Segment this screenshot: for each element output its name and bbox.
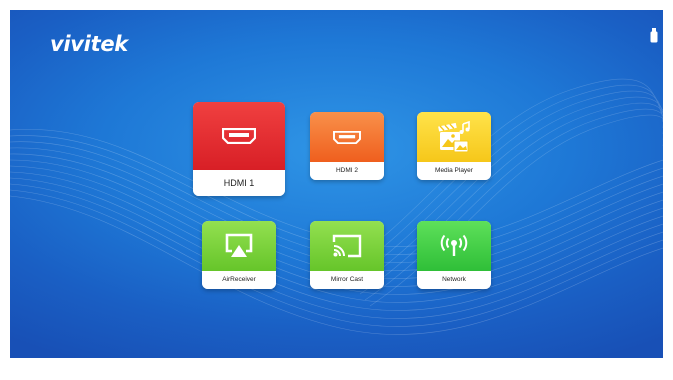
launcher-screen: vivitek HDMI 1 HDMI 2 Media Player AirRe… [10,10,663,358]
tile-hdmi-1[interactable]: HDMI 1 [193,102,285,196]
tile-label: Media Player [417,162,491,180]
tile-label: AirReceiver [202,271,276,289]
media-player-icon [438,120,470,153]
vivitek-logo: vivitek [50,32,128,56]
hdmi-port-icon [222,128,256,144]
cast-screen-icon [332,234,362,258]
tile-label: HDMI 1 [193,170,285,196]
tile-network[interactable]: Network [417,221,491,289]
tile-mirror-cast[interactable]: Mirror Cast [310,221,384,289]
usb-stick-icon [650,28,658,43]
tile-label: Mirror Cast [310,271,384,289]
background-waves [10,78,663,335]
airplay-icon [225,233,253,257]
tile-label: HDMI 2 [310,162,384,180]
tile-media-player[interactable]: Media Player [417,112,491,180]
hdmi-port-icon [333,130,361,144]
tile-hdmi-2[interactable]: HDMI 2 [310,112,384,180]
wireless-antenna-icon [440,234,468,256]
tile-label: Network [417,271,491,289]
tile-airreceiver[interactable]: AirReceiver [202,221,276,289]
